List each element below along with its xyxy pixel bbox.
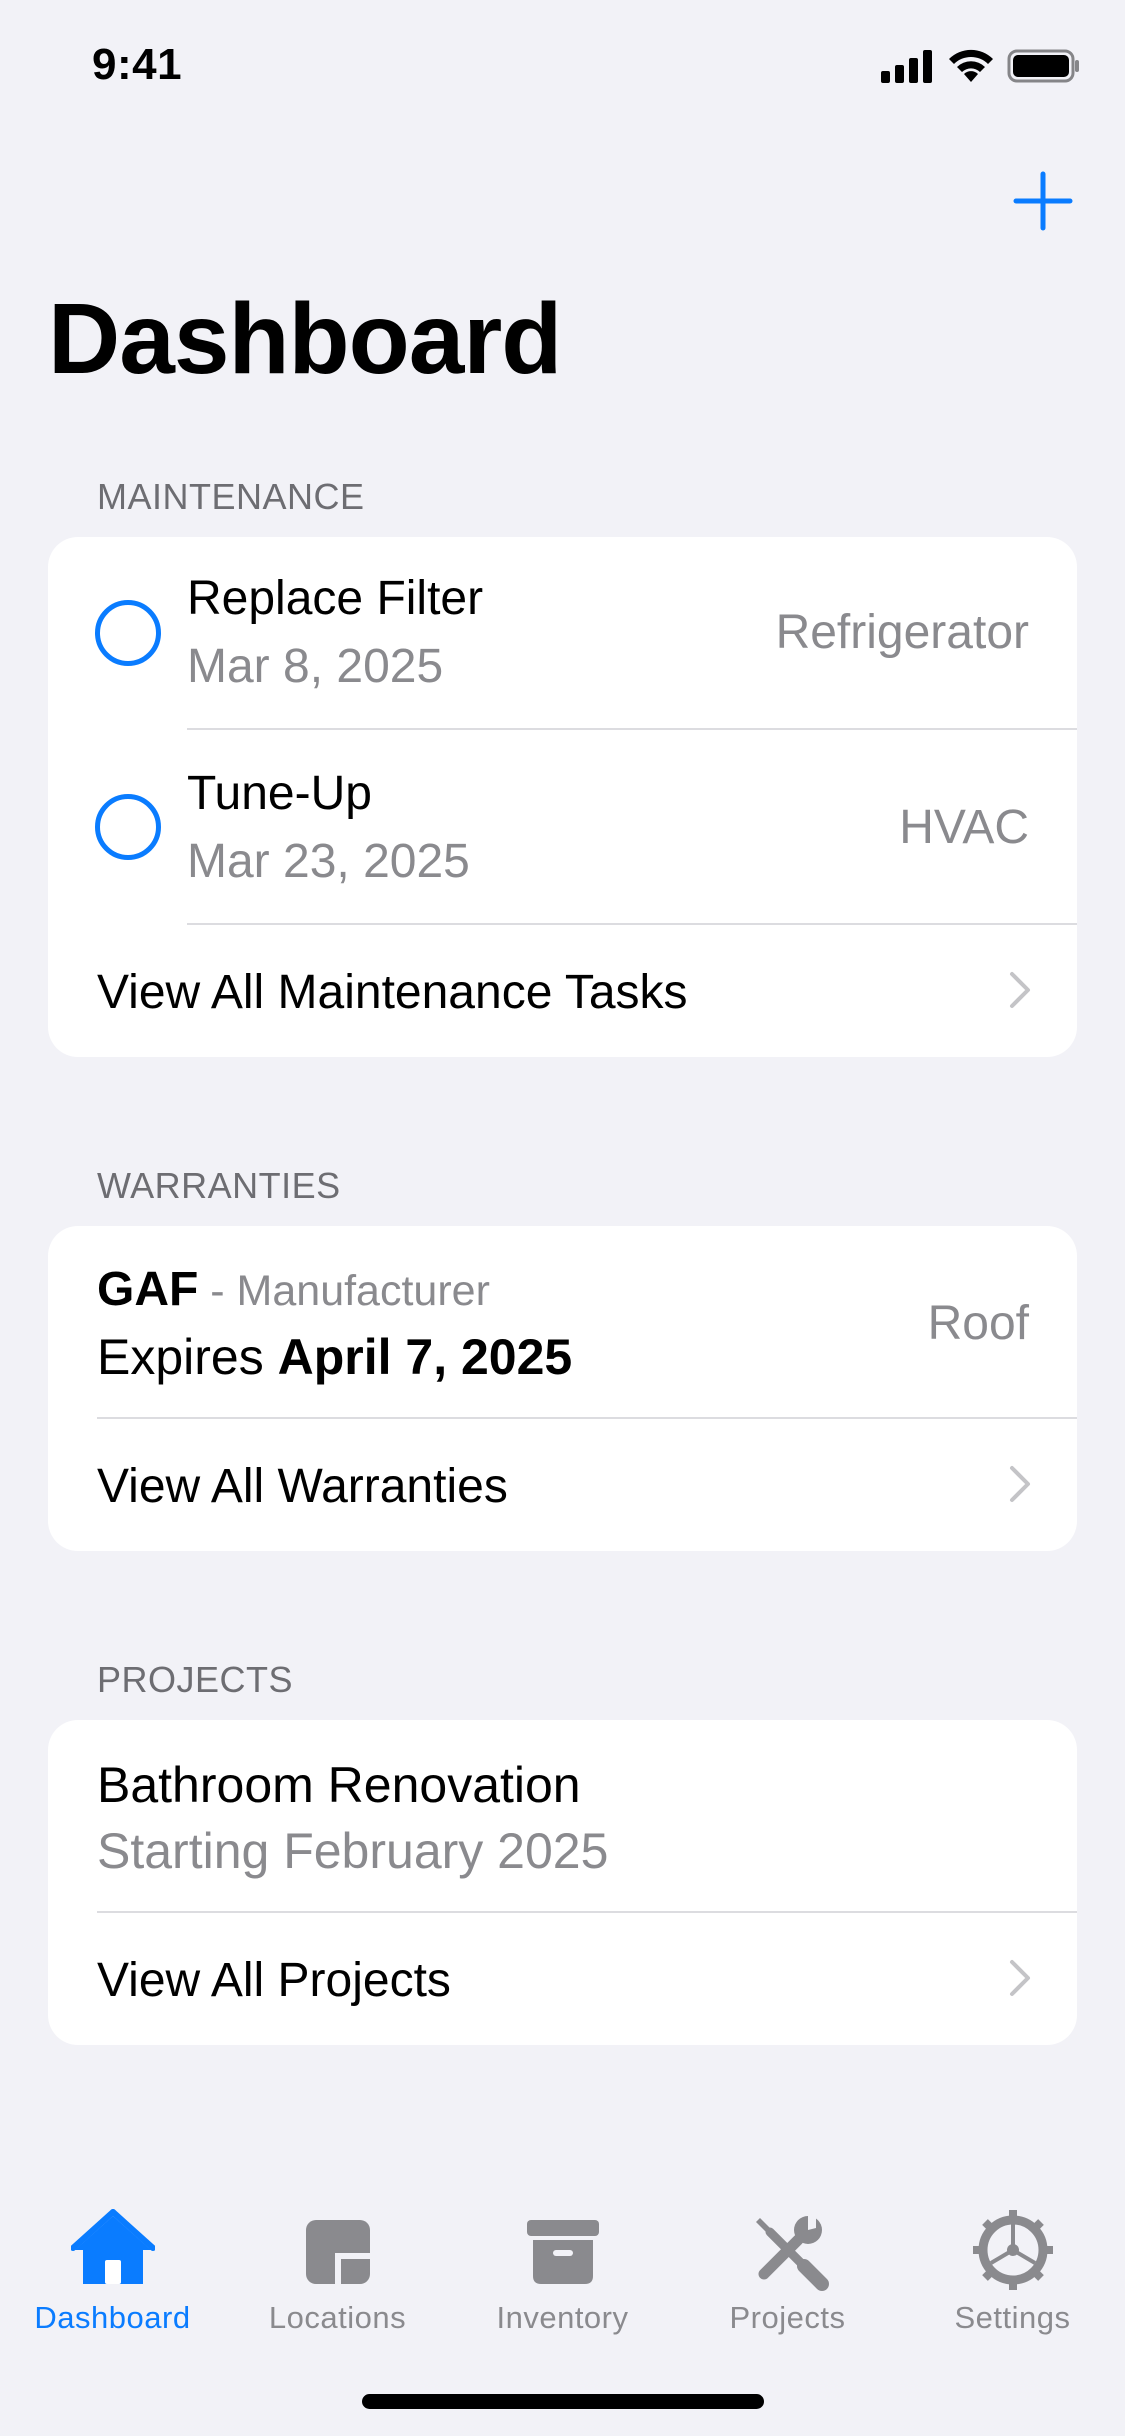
project-row[interactable]: Bathroom Renovation Starting February 20… [48,1720,1077,1913]
home-indicator[interactable] [362,2394,764,2409]
view-all-warranties-label: View All Warranties [97,1460,508,1513]
task-title: Replace Filter [187,572,484,625]
project-title: Bathroom Renovation [97,1757,581,1813]
task-complete-checkbox[interactable] [95,600,161,666]
task-title: Tune-Up [187,767,372,820]
tab-label: Inventory [496,2300,629,2335]
maintenance-task-row[interactable]: Replace Filter Mar 8, 2025 Refrigerator [48,537,1077,730]
archive-box-icon [526,2220,599,2284]
status-icons [881,48,1081,84]
warranty-item: Roof [927,1297,1029,1350]
tab-settings[interactable]: Settings [900,2190,1125,2336]
warranty-separator: - [198,1267,237,1315]
project-subtitle: Starting February 2025 [97,1823,609,1879]
tab-label: Projects [729,2300,846,2335]
tab-label: Settings [954,2300,1071,2335]
status-time: 9:41 [92,40,183,89]
warranties-section-header: WARRANTIES [97,1165,341,1206]
view-all-warranties-link[interactable]: View All Warranties [48,1419,1077,1551]
maintenance-task-row[interactable]: Tune-Up Mar 23, 2025 HVAC [48,730,1077,925]
maintenance-card: Replace Filter Mar 8, 2025 Refrigerator … [48,537,1077,1057]
task-item: HVAC [899,801,1029,854]
warranty-row[interactable]: GAF - Manufacturer Expires April 7, 2025… [48,1226,1077,1419]
gear-icon [972,2210,1053,2290]
view-all-projects-link[interactable]: View All Projects [48,1913,1077,2045]
task-date: Mar 8, 2025 [187,640,444,693]
task-complete-checkbox[interactable] [95,794,161,860]
projects-card: Bathroom Renovation Starting February 20… [48,1720,1077,2045]
view-all-projects-label: View All Projects [97,1954,451,2007]
wifi-icon [949,49,993,82]
tab-locations[interactable]: Locations [225,2190,450,2336]
warranties-card: GAF - Manufacturer Expires April 7, 2025… [48,1226,1077,1551]
projects-section-header: PROJECTS [97,1659,294,1700]
tab-inventory[interactable]: Inventory [450,2190,675,2336]
tab-projects[interactable]: Projects [675,2190,900,2336]
warranty-provider: GAF - Manufacturer [97,1262,490,1317]
battery-icon [1007,49,1079,83]
wrench-screwdriver-icon [755,2216,829,2291]
warranty-expires-label: Expires [97,1329,278,1385]
chevron-right-icon [1010,1466,1030,1502]
warranty-expires-date: April 7, 2025 [277,1329,573,1385]
chevron-right-icon [1010,1960,1030,1996]
view-all-maintenance-label: View All Maintenance Tasks [97,966,688,1019]
plus-icon[interactable] [1010,168,1076,234]
page-title: Dashboard [48,283,562,395]
view-all-maintenance-link[interactable]: View All Maintenance Tasks [48,925,1077,1057]
warranty-type: Manufacturer [236,1267,490,1315]
tab-dashboard[interactable]: Dashboard [0,2190,225,2336]
locations-icon [305,2220,370,2284]
task-item: Refrigerator [775,606,1029,659]
tab-label: Dashboard [34,2300,191,2335]
chevron-right-icon [1010,972,1030,1008]
tab-label: Locations [268,2300,407,2335]
maintenance-section-header: MAINTENANCE [97,476,365,517]
task-date: Mar 23, 2025 [187,835,470,888]
warranty-brand: GAF [97,1263,199,1316]
cellular-signal-icon [881,50,932,83]
warranty-expiry: Expires April 7, 2025 [97,1328,572,1386]
house-icon [70,2209,155,2284]
